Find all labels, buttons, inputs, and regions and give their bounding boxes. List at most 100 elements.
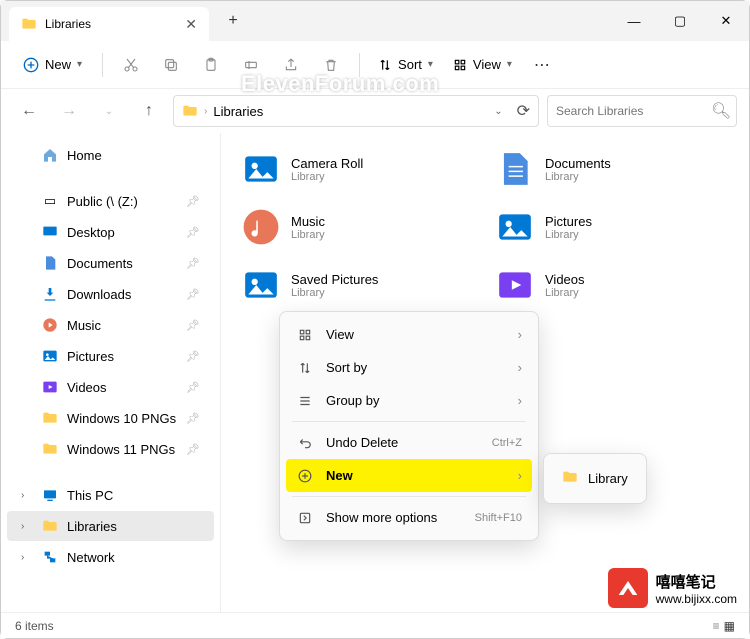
chevron-down-icon[interactable]: ⌄ [494, 106, 502, 117]
close-button[interactable]: ✕ [703, 1, 749, 41]
shortcut: Shift+F10 [475, 512, 522, 524]
pin-icon: 📌︎ [186, 257, 200, 270]
library-item[interactable]: Saved PicturesLibrary [241, 265, 475, 305]
address-text: Libraries [213, 104, 488, 119]
library-item[interactable]: Camera RollLibrary [241, 149, 475, 189]
sidebar-item-downloads[interactable]: Downloads 📌︎ [7, 279, 214, 309]
new-label: New [45, 57, 71, 72]
library-name: Music [291, 214, 325, 229]
library-item[interactable]: VideosLibrary [495, 265, 729, 305]
refresh-button[interactable]: ⟳ [517, 101, 530, 121]
view-button[interactable]: View ▾ [445, 51, 520, 78]
separator [359, 53, 360, 77]
library-sub: Library [545, 287, 585, 299]
sidebar-item-win11pngs[interactable]: Windows 11 PNGs 📌︎ [7, 434, 214, 464]
minimize-button[interactable]: — [611, 1, 657, 41]
search-input[interactable] [556, 104, 711, 118]
more-button[interactable]: ⋯ [524, 47, 560, 83]
sidebar-item-pictures[interactable]: Pictures 📌︎ [7, 341, 214, 371]
pin-icon: 📌︎ [186, 319, 200, 332]
chevron-right-icon[interactable]: › [21, 552, 33, 563]
music-icon [241, 207, 281, 247]
new-tab-button[interactable]: + [217, 5, 249, 37]
up-button[interactable]: ↑ [133, 95, 165, 127]
ctx-label: Sort by [326, 360, 367, 375]
library-name: Videos [545, 272, 585, 287]
chevron-right-icon: › [204, 106, 207, 117]
maximize-button[interactable]: ▢ [657, 1, 703, 41]
sidebar-item-libraries[interactable]: › Libraries [7, 511, 214, 541]
sidebar-item-thispc[interactable]: › This PC [7, 480, 214, 510]
sidebar-item-win10pngs[interactable]: Windows 10 PNGs 📌︎ [7, 403, 214, 433]
recent-dropdown[interactable]: ⌄ [93, 95, 125, 127]
chevron-down-icon: ▾ [428, 59, 433, 70]
pc-icon [41, 486, 59, 504]
view-label: View [473, 57, 501, 72]
library-item[interactable]: DocumentsLibrary [495, 149, 729, 189]
grid-icon [296, 328, 314, 342]
chevron-down-icon: ▾ [77, 59, 82, 70]
submenu-library[interactable]: Library [550, 460, 640, 497]
library-item[interactable]: PicturesLibrary [495, 207, 729, 247]
sidebar-item-home[interactable]: Home [7, 140, 214, 170]
paste-button[interactable] [193, 47, 229, 83]
icons-view-button[interactable]: ▦ [724, 619, 735, 633]
chevron-right-icon[interactable]: › [21, 521, 33, 532]
rename-button[interactable] [233, 47, 269, 83]
back-button[interactable]: ← [13, 95, 45, 127]
library-sub: Library [545, 171, 611, 183]
context-menu: View › Sort by › Group by › Undo Delete … [279, 311, 539, 541]
details-view-button[interactable]: ≡ [713, 619, 720, 633]
pictures-icon [41, 347, 59, 365]
status-bar: 6 items ≡ ▦ [1, 612, 749, 638]
videos-icon [495, 265, 535, 305]
pin-icon: 📌︎ [186, 381, 200, 394]
plus-circle-icon [296, 469, 314, 483]
sidebar-item-videos[interactable]: Videos 📌︎ [7, 372, 214, 402]
ctx-view[interactable]: View › [286, 318, 532, 351]
item-count: 6 items [15, 619, 54, 633]
content-area[interactable]: Camera RollLibrary DocumentsLibrary Musi… [221, 133, 749, 612]
delete-button[interactable] [313, 47, 349, 83]
sidebar-item-documents[interactable]: Documents 📌︎ [7, 248, 214, 278]
sidebar-item-music[interactable]: Music 📌︎ [7, 310, 214, 340]
library-item[interactable]: MusicLibrary [241, 207, 475, 247]
ctx-sortby[interactable]: Sort by › [286, 351, 532, 384]
chevron-right-icon[interactable]: › [21, 490, 33, 501]
share-button[interactable] [273, 47, 309, 83]
sidebar-item-label: Desktop [67, 225, 115, 240]
sort-icon [296, 361, 314, 375]
sidebar-item-label: Pictures [67, 349, 114, 364]
cut-button[interactable] [113, 47, 149, 83]
sidebar-item-desktop[interactable]: Desktop 📌︎ [7, 217, 214, 247]
search-box[interactable]: 🔍︎ [547, 95, 737, 127]
ctx-groupby[interactable]: Group by › [286, 384, 532, 417]
navbar: ← → ⌄ ↑ › Libraries ⌄ ⟳ 🔍︎ [1, 89, 749, 133]
folder-icon [21, 16, 37, 32]
address-bar[interactable]: › Libraries ⌄ ⟳ [173, 95, 539, 127]
folder-icon [182, 103, 198, 119]
copy-button[interactable] [153, 47, 189, 83]
tab-libraries[interactable]: Libraries ✕ [9, 7, 209, 41]
new-button[interactable]: New ▾ [13, 51, 92, 79]
library-name: Documents [545, 156, 611, 171]
sidebar-item-label: Windows 10 PNGs [67, 411, 176, 426]
separator [292, 421, 526, 422]
window-controls: — ▢ ✕ [611, 1, 749, 41]
ctx-undo[interactable]: Undo Delete Ctrl+Z [286, 426, 532, 459]
ctx-new[interactable]: New › [286, 459, 532, 492]
sidebar-item-network[interactable]: › Network [7, 542, 214, 572]
close-icon[interactable]: ✕ [185, 16, 197, 33]
forward-button[interactable]: → [53, 95, 85, 127]
pin-icon: 📌︎ [186, 443, 200, 456]
pictures-icon [241, 265, 281, 305]
titlebar: Libraries ✕ + — ▢ ✕ [1, 1, 749, 41]
sidebar: Home ▭ Public (\ (Z:) 📌︎ Desktop 📌︎ Docu… [1, 133, 221, 612]
sidebar-item-public[interactable]: ▭ Public (\ (Z:) 📌︎ [7, 186, 214, 216]
pin-icon: 📌︎ [186, 350, 200, 363]
sort-button[interactable]: Sort ▾ [370, 51, 441, 78]
pin-icon: 📌︎ [186, 195, 200, 208]
ctx-more[interactable]: Show more options Shift+F10 [286, 501, 532, 534]
ctx-label: Undo Delete [326, 435, 398, 450]
ctx-label: Group by [326, 393, 379, 408]
